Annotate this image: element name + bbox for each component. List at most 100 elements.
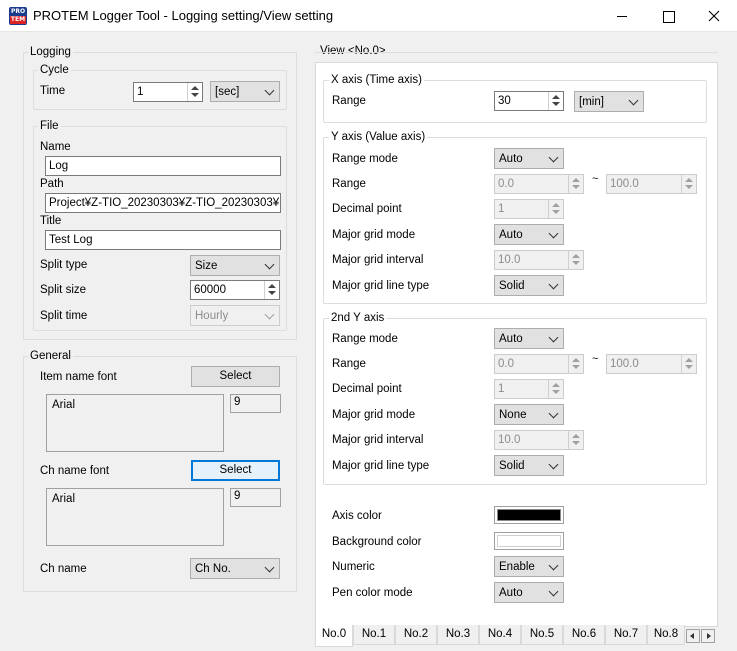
spinner-arrows-icon: [568, 355, 583, 373]
ch-font-select-button[interactable]: Select: [191, 460, 280, 481]
tab-no2[interactable]: No.2: [395, 625, 437, 645]
chevron-down-icon: [264, 562, 275, 573]
y-grid-mode-label: Major grid mode: [332, 229, 416, 241]
tab-no1[interactable]: No.1: [353, 625, 395, 645]
y2-range-max-spinner: 100.0: [606, 354, 697, 374]
file-name-input[interactable]: Log: [45, 156, 281, 176]
split-size-spinner[interactable]: 60000: [190, 280, 280, 300]
numeric-dropdown[interactable]: Enable: [494, 556, 564, 577]
bg-color-swatch[interactable]: [494, 532, 564, 550]
spinner-arrows-icon[interactable]: [548, 92, 563, 110]
chevron-down-icon: [548, 332, 559, 343]
split-type-dropdown[interactable]: Size: [190, 255, 280, 276]
tab-no8[interactable]: No.8: [647, 625, 685, 645]
time-label: Time: [40, 85, 66, 97]
close-button[interactable]: [691, 0, 737, 32]
minimize-button[interactable]: [599, 0, 645, 32]
pen-mode-dropdown[interactable]: Auto: [494, 582, 564, 603]
chevron-down-icon: [548, 560, 559, 571]
y2-range-label: Range: [332, 358, 366, 370]
axis-color-swatch[interactable]: [494, 506, 564, 524]
y2-grid-interval-spinner: 10.0: [494, 430, 584, 450]
spinner-arrows-icon[interactable]: [264, 281, 279, 299]
tab-no4[interactable]: No.4: [479, 625, 521, 645]
y-range-min-spinner: 0.0: [494, 174, 584, 194]
y-range-label: Range: [332, 178, 366, 190]
cycle-group-label: Cycle: [38, 63, 71, 77]
spinner-arrows-icon: [568, 251, 583, 269]
ch-font-label: Ch name font: [40, 465, 110, 477]
y-range-mode-label: Range mode: [332, 153, 398, 165]
spinner-arrows-icon[interactable]: [187, 83, 202, 101]
tab-scroll-right-button[interactable]: [701, 629, 715, 643]
y2-decimal-spinner: 1: [494, 379, 564, 399]
y-decimal-spinner: 1: [494, 199, 564, 219]
y-grid-interval-label: Major grid interval: [332, 254, 424, 266]
y-range-max-spinner: 100.0: [606, 174, 697, 194]
chevron-down-icon: [548, 408, 559, 419]
chevron-down-icon: [264, 309, 275, 320]
x-range-spinner[interactable]: 30: [494, 91, 564, 111]
view-tabs: No.0 No.1 No.2 No.3 No.4 No.5 No.6 No.7 …: [315, 625, 718, 647]
y2-grid-mode-label: Major grid mode: [332, 409, 416, 421]
chevron-down-icon: [628, 95, 639, 106]
tab-no6[interactable]: No.6: [563, 625, 605, 645]
arrow-left-icon: [690, 633, 694, 639]
file-title-input[interactable]: Test Log: [45, 230, 281, 250]
chevron-down-icon: [548, 228, 559, 239]
y2-grid-line-dropdown[interactable]: Solid: [494, 455, 564, 476]
range-tilde: ~: [592, 353, 599, 365]
x-range-label: Range: [332, 95, 366, 107]
y-grid-line-dropdown[interactable]: Solid: [494, 275, 564, 296]
view-group-label: View <No.0>: [318, 44, 388, 58]
tab-no3[interactable]: No.3: [437, 625, 479, 645]
axis-color-fill: [497, 509, 561, 521]
file-path-input[interactable]: Project¥Z-TIO_20230303¥Z-TIO_20230303¥Lo: [45, 193, 281, 213]
x-axis-group-label: X axis (Time axis): [329, 73, 424, 87]
file-title-label: Title: [40, 215, 62, 227]
item-font-select-button[interactable]: Select: [191, 366, 280, 387]
y2-range-mode-dropdown[interactable]: Auto: [494, 328, 564, 349]
maximize-button[interactable]: [645, 0, 691, 32]
split-time-label: Split time: [40, 310, 88, 322]
chevron-down-icon: [548, 279, 559, 290]
y2-range-mode-label: Range mode: [332, 333, 398, 345]
window-title: PROTEM Logger Tool - Logging setting/Vie…: [33, 8, 334, 23]
range-tilde: ~: [592, 173, 599, 185]
y-decimal-label: Decimal point: [332, 203, 402, 215]
chevron-down-icon: [264, 259, 275, 270]
spinner-arrows-icon: [681, 175, 696, 193]
tab-no7[interactable]: No.7: [605, 625, 647, 645]
view-top-line: [315, 52, 718, 53]
bg-color-fill: [497, 535, 561, 547]
bg-color-label: Background color: [332, 536, 422, 548]
tab-no0[interactable]: No.0: [315, 625, 353, 647]
x-range-unit-dropdown[interactable]: [min]: [574, 91, 644, 112]
arrow-right-icon: [707, 633, 711, 639]
time-spinner[interactable]: 1: [133, 82, 203, 102]
spinner-arrows-icon: [568, 431, 583, 449]
chevron-down-icon: [548, 586, 559, 597]
y2-grid-interval-label: Major grid interval: [332, 434, 424, 446]
file-name-label: Name: [40, 141, 71, 153]
title-bar: PRO TEM PROTEM Logger Tool - Logging set…: [0, 0, 737, 32]
split-type-label: Split type: [40, 259, 88, 271]
tab-scroll-left-button[interactable]: [686, 629, 700, 643]
y-grid-mode-dropdown[interactable]: Auto: [494, 224, 564, 245]
y2-decimal-label: Decimal point: [332, 383, 402, 395]
ch-font-size: 9: [230, 488, 281, 507]
spinner-arrows-icon: [548, 380, 563, 398]
y2-grid-mode-dropdown[interactable]: None: [494, 404, 564, 425]
time-unit-dropdown[interactable]: [sec]: [210, 81, 280, 102]
y2-range-min-spinner: 0.0: [494, 354, 584, 374]
chevron-down-icon: [548, 152, 559, 163]
ch-name-label: Ch name: [40, 563, 87, 575]
y-range-mode-dropdown[interactable]: Auto: [494, 148, 564, 169]
ch-name-dropdown[interactable]: Ch No.: [190, 558, 280, 579]
y-grid-interval-spinner: 10.0: [494, 250, 584, 270]
tab-no5[interactable]: No.5: [521, 625, 563, 645]
close-icon: [708, 10, 720, 22]
y2-axis-group-label: 2nd Y axis: [329, 311, 387, 325]
general-group-label: General: [28, 349, 73, 363]
item-font-size: 9: [230, 394, 281, 413]
